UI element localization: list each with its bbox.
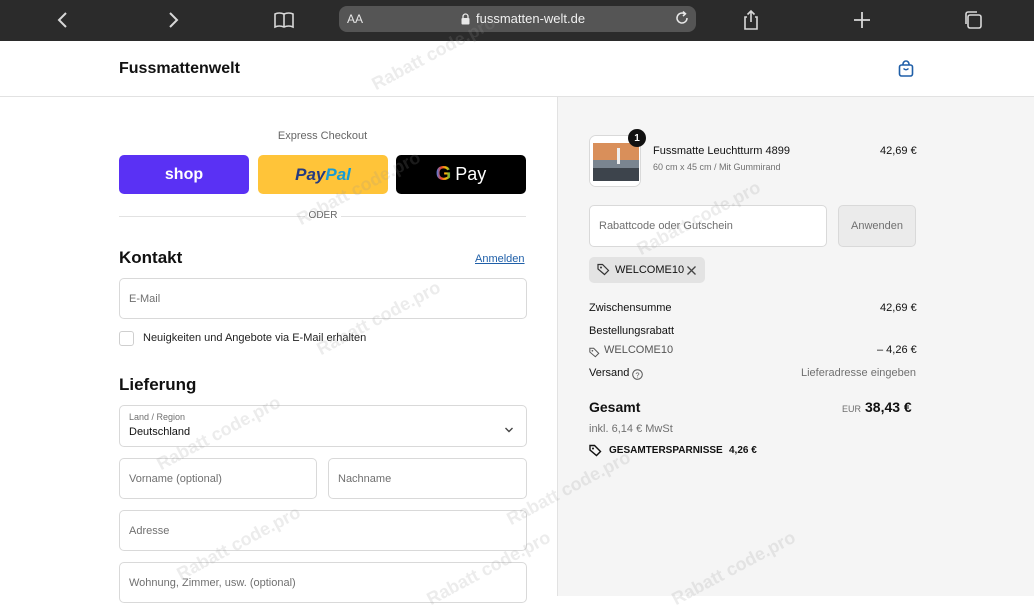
login-link[interactable]: Anmelden	[475, 253, 525, 265]
shop-brand[interactable]: Fussmattenwelt	[119, 60, 240, 78]
apartment-field[interactable]: Wohnung, Zimmer, usw. (optional)	[119, 562, 527, 603]
shipping-value: Lieferadresse eingeben	[801, 367, 916, 379]
newsletter-checkbox[interactable]	[119, 331, 134, 346]
divider-or-text: ODER	[305, 210, 341, 221]
discount-label: Bestellungsrabatt	[589, 325, 674, 337]
remove-coupon-close-icon[interactable]	[686, 263, 697, 281]
item-name: Fussmatte Leuchtturm 4899	[653, 145, 790, 157]
country-select[interactable]: Land / Region Deutschland	[119, 405, 527, 447]
back-icon[interactable]	[50, 8, 76, 32]
shop-pay-button[interactable]: shop	[119, 155, 249, 194]
discount-tag-icon	[589, 345, 600, 363]
google-pay-button[interactable]: G Pay	[396, 155, 526, 194]
reload-icon[interactable]	[674, 10, 690, 31]
share-icon[interactable]	[738, 8, 764, 32]
google-pay-label: Pay	[455, 164, 487, 184]
apply-coupon-button[interactable]: Anwenden	[838, 205, 916, 247]
item-quantity-badge: 1	[628, 129, 646, 147]
google-g-icon: G	[435, 163, 452, 185]
coupon-placeholder: Rabattcode oder Gutschein	[599, 220, 733, 232]
lock-icon	[461, 12, 470, 30]
contact-heading: Kontakt	[119, 248, 183, 267]
firstname-placeholder: Vorname (optional)	[129, 473, 222, 485]
lastname-field[interactable]: Nachname	[328, 458, 527, 499]
apartment-placeholder: Wohnung, Zimmer, usw. (optional)	[129, 577, 296, 589]
coupon-field[interactable]: Rabattcode oder Gutschein	[589, 205, 827, 247]
shipping-label: Versand	[589, 367, 630, 379]
applied-coupon-chip: WELCOME10	[589, 257, 705, 283]
country-label: Land / Region	[129, 412, 186, 422]
total-currency: EUR	[842, 404, 862, 414]
shop-header: Fussmattenwelt	[0, 41, 1034, 97]
bookmarks-icon[interactable]	[271, 8, 297, 32]
new-tab-icon[interactable]	[849, 8, 875, 32]
email-field[interactable]: E-Mail	[119, 278, 527, 319]
newsletter-label: Neuigkeiten und Angebote via E-Mail erha…	[143, 332, 367, 344]
address-placeholder: Adresse	[129, 525, 170, 537]
tax-note: inkl. 6,14 € MwSt	[589, 423, 673, 435]
total-label: Gesamt	[589, 399, 641, 415]
firstname-field[interactable]: Vorname (optional)	[119, 458, 317, 499]
subtotal-value: 42,69 €	[880, 302, 917, 314]
svg-text:?: ?	[635, 370, 639, 379]
lastname-placeholder: Nachname	[338, 473, 392, 485]
forward-icon[interactable]	[160, 8, 186, 32]
shopping-bag-icon[interactable]	[898, 60, 914, 82]
address-bar[interactable]: AA fussmatten-welt.de	[339, 6, 696, 32]
item-variant: 60 cm x 45 cm / Mit Gummirand	[653, 162, 781, 172]
chevron-down-icon	[504, 421, 514, 439]
browser-toolbar: AA fussmatten-welt.de	[0, 0, 1034, 41]
savings-value: 4,26 €	[729, 445, 757, 456]
total-value: 38,43 €	[865, 399, 912, 415]
address-field[interactable]: Adresse	[119, 510, 527, 551]
text-size-button[interactable]: AA	[347, 12, 363, 26]
country-value: Deutschland	[129, 426, 191, 438]
paypal-label: PayPal	[295, 164, 351, 184]
delivery-heading: Lieferung	[119, 375, 197, 394]
email-placeholder: E-Mail	[129, 293, 161, 305]
help-circle-icon[interactable]: ?	[632, 367, 643, 385]
paypal-button[interactable]: PayPal	[258, 155, 388, 194]
applied-coupon-code: WELCOME10	[615, 264, 685, 276]
express-checkout-label: Express Checkout	[277, 130, 368, 142]
tabs-overview-icon[interactable]	[960, 8, 986, 32]
discount-code: WELCOME10	[604, 344, 674, 356]
tag-icon	[597, 263, 610, 281]
savings-label: GESAMTERSPARNISSE	[609, 445, 723, 456]
subtotal-label: Zwischensumme	[589, 302, 672, 314]
item-price: 42,69 €	[880, 145, 917, 157]
discount-value: – 4,26 €	[877, 344, 917, 356]
shop-pay-label: shop	[164, 165, 204, 183]
url-text: fussmatten-welt.de	[476, 11, 586, 26]
savings-tag-icon	[589, 444, 602, 462]
